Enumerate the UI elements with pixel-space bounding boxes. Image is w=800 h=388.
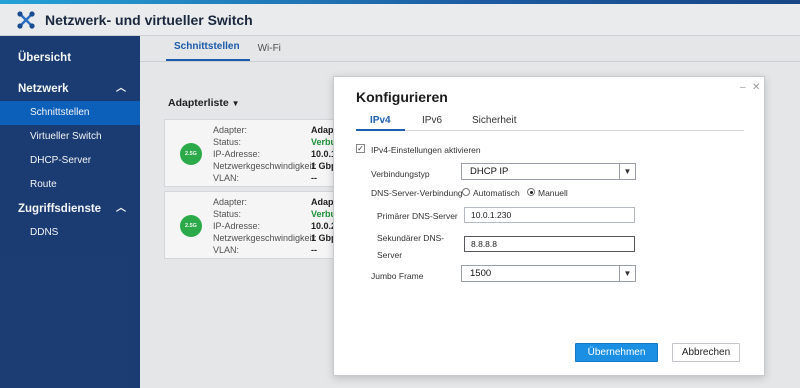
dialog-title: Konfigurieren	[356, 89, 448, 105]
tab-ipv4[interactable]: IPv4	[356, 115, 405, 131]
primary-dns-label: Primärer DNS-Server	[377, 211, 458, 221]
enable-ipv4-checkbox[interactable]: ✓	[356, 144, 365, 153]
jumbo-frame-select[interactable]: 1500 ▼	[461, 265, 636, 282]
dns-manual-label: Manuell	[538, 188, 568, 198]
enable-ipv4-label: IPv4-Einstellungen aktivieren	[371, 145, 481, 155]
secondary-dns-label-line1: Sekundärer DNS-	[377, 233, 445, 243]
close-icon[interactable]: ✕	[752, 82, 760, 93]
minimize-icon[interactable]: –	[740, 82, 746, 93]
jumbo-frame-label: Jumbo Frame	[371, 271, 424, 281]
cancel-button[interactable]: Abbrechen	[672, 343, 740, 362]
apply-button[interactable]: Übernehmen	[575, 343, 658, 362]
primary-dns-input[interactable]	[464, 207, 635, 223]
connection-type-select[interactable]: DHCP IP ▼	[461, 163, 636, 180]
tab-ipv6[interactable]: IPv6	[422, 115, 442, 131]
dns-auto-label: Automatisch	[473, 188, 520, 198]
tab-security[interactable]: Sicherheit	[472, 115, 516, 131]
caret-down-icon: ▼	[619, 164, 635, 179]
connection-type-label: Verbindungstyp	[371, 169, 430, 179]
dialog-tabs: IPv4 IPv6 Sicherheit	[356, 115, 744, 131]
secondary-dns-input[interactable]	[464, 236, 635, 252]
dns-manual-radio[interactable]	[527, 188, 535, 196]
caret-down-icon: ▼	[619, 266, 635, 281]
secondary-dns-label-line2: Server	[377, 250, 403, 260]
configure-dialog: – ✕ Konfigurieren IPv4 IPv6 Sicherheit ✓…	[333, 76, 765, 376]
jumbo-frame-value: 1500	[470, 268, 492, 279]
connection-type-value: DHCP IP	[470, 166, 509, 177]
dns-auto-radio[interactable]	[462, 188, 470, 196]
dns-connection-label: DNS-Server-Verbindung	[371, 188, 463, 198]
